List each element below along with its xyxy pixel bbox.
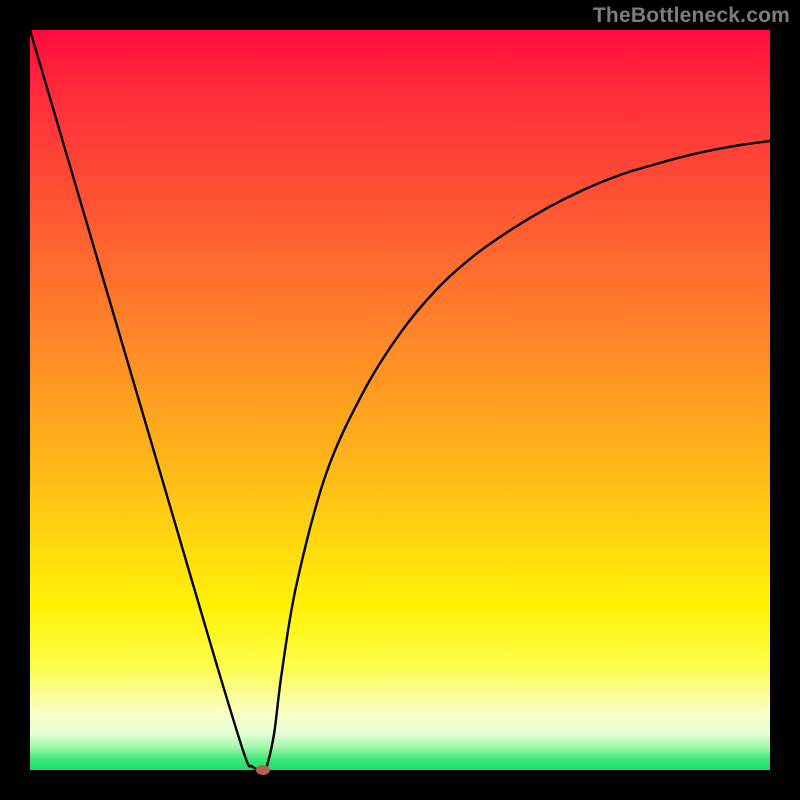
chart-frame: TheBottleneck.com [0, 0, 800, 800]
sweet-spot-marker [256, 765, 270, 775]
watermark-text: TheBottleneck.com [593, 4, 790, 28]
bottleneck-curve [30, 30, 770, 770]
plot-area [30, 30, 770, 770]
